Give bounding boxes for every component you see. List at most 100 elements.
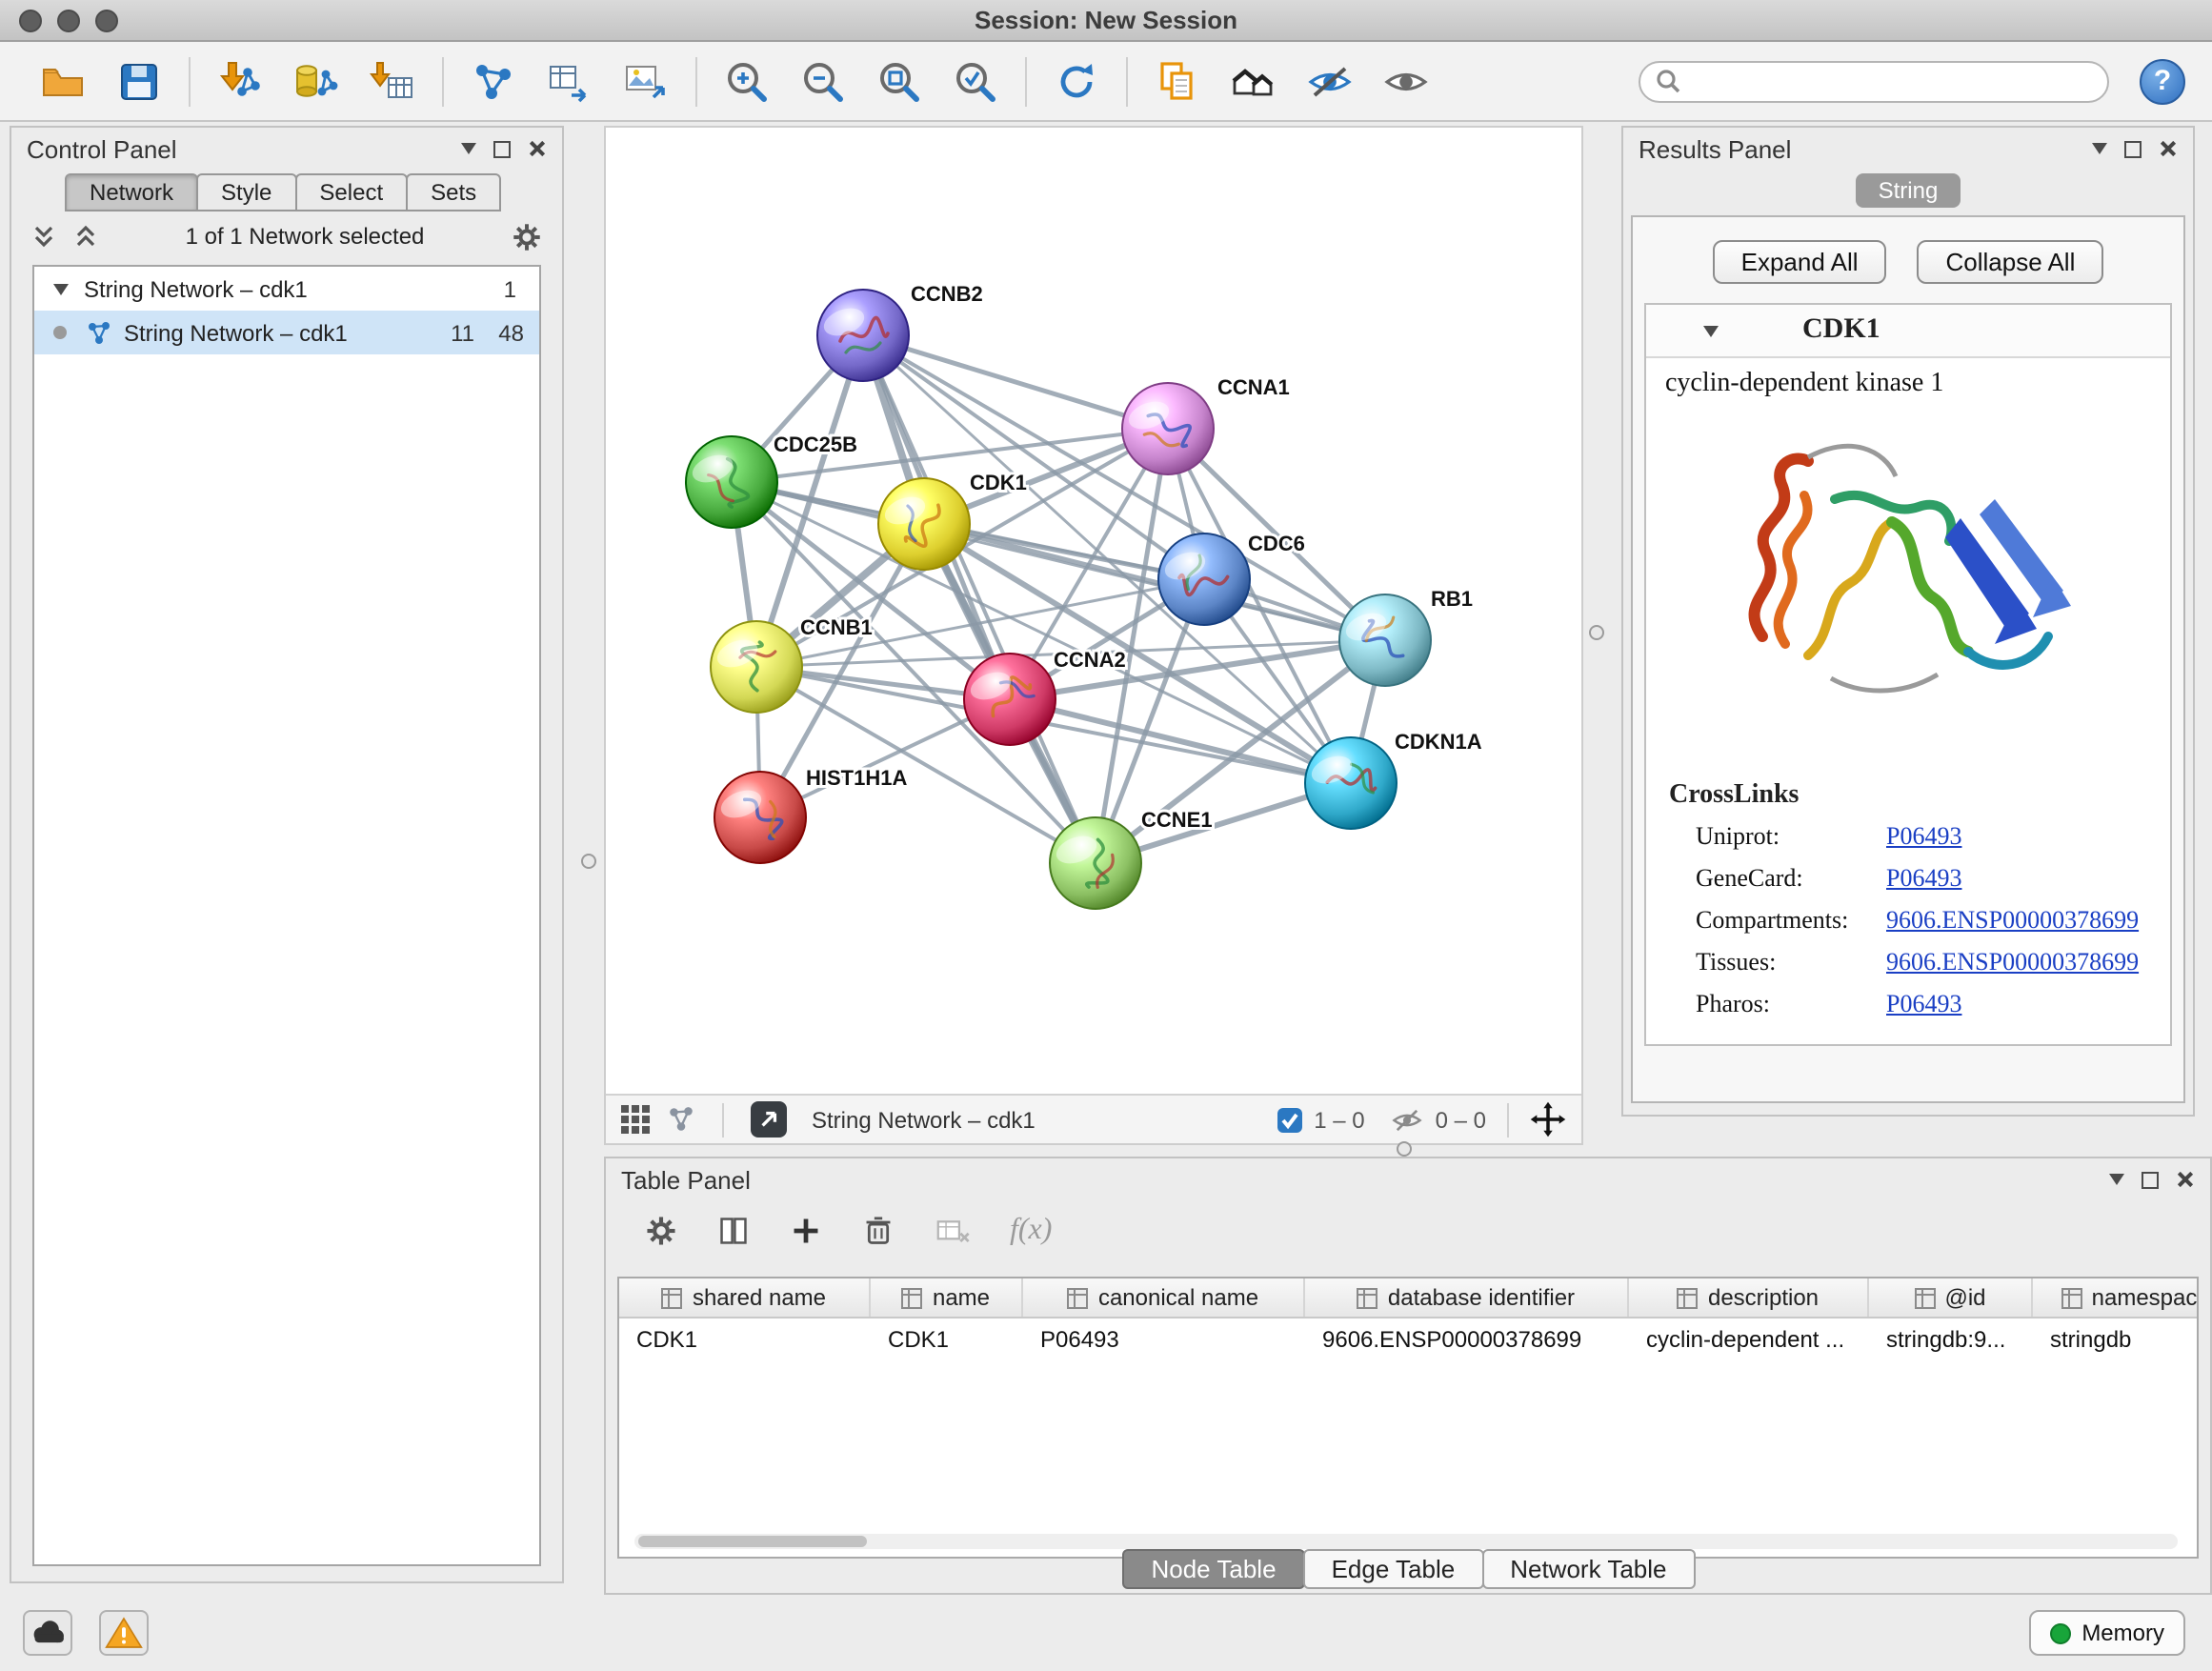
import-network-database-button[interactable] xyxy=(288,52,345,110)
right-splitter-handle[interactable] xyxy=(1589,625,1604,640)
network-node-CDC6[interactable] xyxy=(1158,534,1250,625)
expand-all-icon[interactable] xyxy=(30,223,57,250)
table-settings-gear-icon[interactable] xyxy=(644,1214,678,1248)
cloud-button[interactable] xyxy=(23,1610,72,1656)
houses-button[interactable] xyxy=(1225,52,1282,110)
network-node-CCNA2[interactable] xyxy=(964,654,1056,745)
show-hide-panel-button[interactable] xyxy=(1377,52,1435,110)
bottom-splitter-handle[interactable] xyxy=(1397,1141,1412,1157)
copy-document-button[interactable] xyxy=(1149,52,1206,110)
collapse-all-icon[interactable] xyxy=(72,223,99,250)
gear-icon[interactable] xyxy=(511,220,543,252)
add-column-plus-icon[interactable] xyxy=(789,1214,823,1248)
crosslink-value-link[interactable]: 9606.ENSP00000378699 xyxy=(1886,947,2139,977)
export-image-button[interactable] xyxy=(617,52,674,110)
network-node-CDKN1A[interactable] xyxy=(1305,737,1397,829)
network-node-HIST1H1A[interactable] xyxy=(714,772,806,863)
column-header-canonical-name[interactable]: canonical name xyxy=(1023,1278,1305,1317)
network-canvas[interactable]: CCNB2CCNA1CDC25BCDK1CDC6RB1CCNB1CCNA2CDK… xyxy=(606,128,1581,1094)
tab-edge-table[interactable]: Edge Table xyxy=(1303,1549,1484,1589)
horizontal-scrollbar[interactable] xyxy=(634,1534,2178,1549)
crosslink-value-link[interactable]: 9606.ENSP00000378699 xyxy=(1886,905,2139,936)
crosslink-value-link[interactable]: P06493 xyxy=(1886,821,1961,852)
section-collapse-icon[interactable] xyxy=(1703,325,1719,336)
scrollbar-thumb[interactable] xyxy=(638,1536,867,1547)
delete-table-icon-disabled[interactable] xyxy=(934,1214,972,1248)
left-splitter-handle[interactable] xyxy=(581,854,596,869)
search-field[interactable] xyxy=(1639,60,2109,102)
refresh-layout-button[interactable] xyxy=(1048,52,1105,110)
tab-select[interactable]: Select xyxy=(294,173,408,211)
tab-sets[interactable]: Sets xyxy=(406,173,501,211)
tab-style[interactable]: Style xyxy=(196,173,296,211)
network-row-selected[interactable]: String Network – cdk1 11 48 xyxy=(34,311,539,354)
results-panel-menu-icon[interactable] xyxy=(2092,143,2107,154)
table-panel-float-icon[interactable] xyxy=(2142,1171,2159,1188)
column-header-description[interactable]: description xyxy=(1629,1278,1869,1317)
crosslink-value-link[interactable]: P06493 xyxy=(1886,989,1961,1019)
zoom-in-button[interactable] xyxy=(718,52,775,110)
results-panel-close-icon[interactable] xyxy=(2159,139,2178,158)
network-share-icon[interactable] xyxy=(667,1105,695,1134)
panel-menu-icon[interactable] xyxy=(461,143,476,154)
column-header-name[interactable]: name xyxy=(871,1278,1023,1317)
birdseye-grid-icon[interactable] xyxy=(621,1105,650,1134)
open-external-button[interactable] xyxy=(751,1101,787,1137)
network-row-label: String Network – cdk1 xyxy=(124,319,348,346)
import-table-button[interactable] xyxy=(364,52,421,110)
zoom-fit-button[interactable] xyxy=(871,52,928,110)
tab-network-table[interactable]: Network Table xyxy=(1481,1549,1695,1589)
function-builder-button[interactable]: f(x) xyxy=(1010,1214,1052,1248)
protein-section-header[interactable]: CDK1 xyxy=(1646,305,2170,358)
network-node-RB1[interactable] xyxy=(1339,594,1431,686)
help-button[interactable]: ? xyxy=(2140,58,2185,104)
expand-all-button[interactable]: Expand All xyxy=(1713,240,1887,284)
network-collection-row[interactable]: String Network – cdk1 1 xyxy=(34,267,539,311)
network-node-CCNB2[interactable] xyxy=(817,290,909,381)
open-session-button[interactable] xyxy=(34,52,91,110)
tab-node-table[interactable]: Node Table xyxy=(1122,1549,1304,1589)
table-panel-close-icon[interactable] xyxy=(2176,1170,2195,1189)
column-header-database-identifier[interactable]: database identifier xyxy=(1305,1278,1629,1317)
network-view-toolbar: String Network – cdk1 1 – 0 0 – 0 xyxy=(606,1094,1581,1143)
memory-button[interactable]: Memory xyxy=(2028,1610,2185,1656)
new-network-table-button[interactable] xyxy=(541,52,598,110)
window-minimize-button[interactable] xyxy=(57,10,80,32)
hidden-eye-slash-icon[interactable] xyxy=(1392,1106,1424,1133)
column-header--id[interactable]: @id xyxy=(1869,1278,2033,1317)
results-panel-float-icon[interactable] xyxy=(2124,140,2142,157)
table-panel-menu-icon[interactable] xyxy=(2109,1174,2124,1185)
tab-network[interactable]: Network xyxy=(65,173,198,211)
network-node-CDK1[interactable] xyxy=(878,478,970,570)
window-zoom-button[interactable] xyxy=(95,10,118,32)
zoom-selected-button[interactable] xyxy=(947,52,1004,110)
toggle-graphics-details-button[interactable] xyxy=(1301,52,1358,110)
collapse-triangle-icon[interactable] xyxy=(53,283,69,294)
warnings-button[interactable] xyxy=(99,1610,149,1656)
results-panel: Results Panel String Expand All Collapse… xyxy=(1621,126,2195,1117)
panel-close-icon[interactable] xyxy=(528,139,547,158)
crosslink-value-link[interactable]: P06493 xyxy=(1886,863,1961,894)
window-close-button[interactable] xyxy=(19,10,42,32)
tab-string[interactable]: String xyxy=(1856,173,1961,208)
panel-float-icon[interactable] xyxy=(493,140,511,157)
column-header-namespac[interactable]: namespac xyxy=(2033,1278,2199,1317)
pan-crosshair-icon[interactable] xyxy=(1530,1101,1566,1137)
delete-column-trash-icon[interactable] xyxy=(861,1214,895,1248)
network-node-CCNB1[interactable] xyxy=(711,621,802,713)
crosslinks-heading: CrossLinks xyxy=(1646,762,2170,815)
import-network-file-button[interactable] xyxy=(211,52,269,110)
collapse-all-button[interactable]: Collapse All xyxy=(1918,240,2104,284)
save-session-button[interactable] xyxy=(111,52,168,110)
network-node-CCNA1[interactable] xyxy=(1122,383,1214,474)
new-network-button[interactable] xyxy=(465,52,522,110)
network-node-CCNE1[interactable] xyxy=(1050,817,1141,909)
zoom-out-button[interactable] xyxy=(794,52,852,110)
search-input[interactable] xyxy=(1690,68,2092,94)
network-node-CDC25B[interactable] xyxy=(686,436,777,528)
network-edge-CCNA1-CCNB2[interactable] xyxy=(863,335,1168,429)
column-header-shared-name[interactable]: shared name xyxy=(619,1278,871,1317)
selected-checkbox-icon[interactable] xyxy=(1276,1106,1302,1133)
show-columns-icon[interactable] xyxy=(716,1214,751,1248)
table-row[interactable]: CDK1CDK1P064939606.ENSP00000378699cyclin… xyxy=(619,1319,2197,1359)
